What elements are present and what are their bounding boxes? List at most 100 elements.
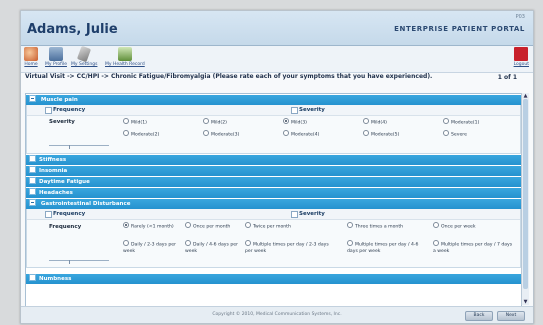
section-insomnia[interactable]: Insomnia	[26, 166, 521, 176]
radio[interactable]	[347, 240, 353, 246]
expand-icon[interactable]	[29, 274, 36, 281]
radio[interactable]	[433, 222, 439, 228]
radio[interactable]	[347, 222, 353, 228]
radio[interactable]	[433, 240, 439, 246]
option-severe[interactable]: Severe	[443, 130, 467, 139]
radio[interactable]	[363, 130, 369, 136]
symptom-list: Muscle pain Frequency Severity Severity …	[25, 93, 522, 307]
subheader: Frequency Severity	[27, 105, 520, 116]
logout-icon	[514, 47, 529, 61]
option-label: Multiple times per day / 7 days a week	[433, 242, 513, 254]
radio[interactable]	[203, 130, 209, 136]
expand-icon[interactable]	[29, 177, 36, 184]
option-label: Three times a month	[355, 224, 404, 230]
option-moderate-4[interactable]: Moderate(4)	[283, 130, 320, 139]
health-record-icon	[117, 47, 132, 61]
section-muscle-pain[interactable]: Muscle pain	[26, 95, 521, 105]
my-settings-label: My Settings	[71, 62, 98, 67]
muscle-pain-panel: Frequency Severity Severity Mild(1) Mild…	[26, 105, 521, 154]
option-daily-4-6-days[interactable]: Daily / 4-6 days per week	[185, 240, 241, 255]
back-button[interactable]: Back	[465, 311, 493, 321]
subheader: Frequency Severity	[27, 209, 520, 220]
radio[interactable]	[245, 222, 251, 228]
severity-checkbox[interactable]	[291, 211, 298, 218]
option-mild-3[interactable]: Mild(3)	[283, 118, 307, 127]
section-headaches[interactable]: Headaches	[26, 188, 521, 198]
option-mild-2[interactable]: Mild(2)	[203, 118, 227, 127]
section-title: Muscle pain	[40, 97, 78, 103]
scrollbar-thumb[interactable]	[523, 99, 528, 289]
option-mild-4[interactable]: Mild(4)	[363, 118, 387, 127]
scroll-down-arrow-icon[interactable]: ▼	[522, 299, 529, 305]
frequency-checkbox[interactable]	[45, 211, 52, 218]
my-settings-button[interactable]: My Settings	[71, 45, 98, 67]
radio-selected[interactable]	[123, 222, 129, 228]
home-icon	[24, 47, 38, 61]
option-label: Multiple times per day / 4-6 days per we…	[347, 242, 419, 254]
my-profile-button[interactable]: My Profile	[45, 47, 67, 67]
collapse-icon[interactable]	[29, 199, 36, 206]
radio[interactable]	[443, 118, 449, 124]
section-gastrointestinal-disturbance[interactable]: Gastrointestinal Disturbance	[26, 199, 521, 209]
option-moderate-3[interactable]: Moderate(3)	[203, 130, 239, 139]
radio[interactable]	[245, 240, 251, 246]
section-daytime-fatigue[interactable]: Daytime Fatigue	[26, 177, 521, 187]
option-label: Mild(4)	[371, 120, 387, 126]
option-daily-2-3-days[interactable]: Daily / 2-3 days per week	[123, 240, 179, 255]
option-once-per-week[interactable]: Once per week	[433, 222, 476, 231]
option-mild-1[interactable]: Mild(1)	[123, 118, 147, 127]
radio-selected[interactable]	[283, 118, 289, 124]
option-label: Mild(2)	[211, 120, 227, 126]
expand-icon[interactable]	[29, 188, 36, 195]
option-label: Twice per month	[253, 224, 291, 230]
option-three-times-a-month[interactable]: Three times a month	[347, 222, 404, 231]
page-count: 1 of 1	[497, 74, 517, 81]
option-label: Multiple times per day / 2-3 days per we…	[245, 242, 329, 254]
expand-icon[interactable]	[29, 166, 36, 173]
option-label: Mild(3)	[291, 120, 307, 126]
option-label: Moderate(1)	[451, 120, 480, 126]
option-multiple-2-3-days[interactable]: Multiple times per day / 2-3 days per we…	[245, 240, 333, 255]
option-rarely[interactable]: Rarely (<1 month)	[123, 222, 179, 231]
logout-button[interactable]: Logout	[514, 47, 529, 67]
section-title: Headaches	[39, 190, 73, 196]
severity-label: Severity	[299, 211, 325, 217]
option-moderate-1[interactable]: Moderate(1)	[443, 118, 480, 127]
home-label: Home	[24, 62, 38, 67]
next-button[interactable]: Next	[497, 311, 525, 321]
option-moderate-5[interactable]: Moderate(5)	[363, 130, 399, 139]
vertical-scrollbar[interactable]: ▲ ▼	[521, 93, 529, 305]
section-numbness[interactable]: Numbness	[26, 274, 521, 284]
slider-track[interactable]	[49, 145, 109, 149]
radio[interactable]	[123, 240, 129, 246]
option-multiple-7-days[interactable]: Multiple times per day / 7 days a week	[433, 240, 513, 255]
radio[interactable]	[203, 118, 209, 124]
portal-window: Adams, Julie P03 ENTERPRISE PATIENT PORT…	[20, 10, 534, 324]
section-title: Stiffness	[39, 157, 67, 163]
my-health-record-button[interactable]: My Health Record	[105, 47, 145, 67]
home-button[interactable]: Home	[24, 47, 38, 67]
frequency-label: Frequency	[53, 211, 86, 217]
option-once-per-month[interactable]: Once per month	[185, 222, 230, 231]
radio[interactable]	[283, 130, 289, 136]
slider-track[interactable]	[49, 260, 109, 264]
option-label: Mild(1)	[131, 120, 147, 126]
radio[interactable]	[123, 118, 129, 124]
frequency-checkbox[interactable]	[45, 107, 52, 114]
radio[interactable]	[185, 222, 191, 228]
section-stiffness[interactable]: Stiffness	[26, 155, 521, 165]
radio[interactable]	[123, 130, 129, 136]
radio[interactable]	[443, 130, 449, 136]
radio[interactable]	[185, 240, 191, 246]
expand-icon[interactable]	[29, 155, 36, 162]
severity-checkbox[interactable]	[291, 107, 298, 114]
option-moderate-2[interactable]: Moderate(2)	[123, 130, 159, 139]
radio[interactable]	[363, 118, 369, 124]
option-twice-per-month[interactable]: Twice per month	[245, 222, 291, 231]
collapse-icon[interactable]	[29, 95, 36, 102]
footer: Copyright © 2010, Medical Communication …	[21, 306, 533, 323]
option-label: Daily / 2-3 days per week	[123, 242, 176, 254]
option-multiple-4-6-days[interactable]: Multiple times per day / 4-6 days per we…	[347, 240, 427, 255]
severity-row-label: Severity	[49, 119, 75, 125]
option-label: Moderate(4)	[291, 132, 320, 138]
